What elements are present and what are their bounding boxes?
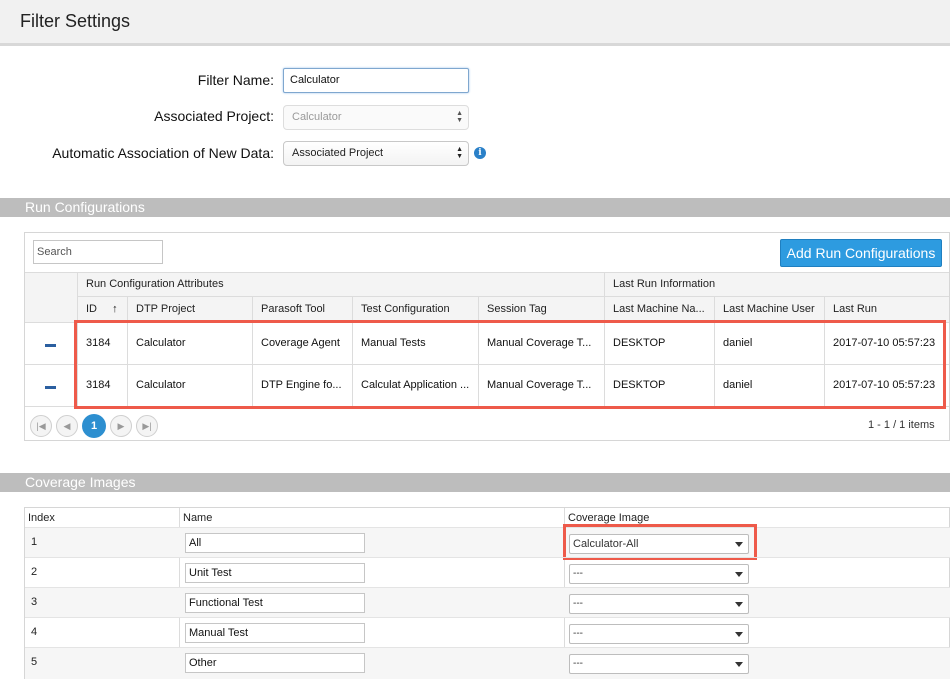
associated-project-label: Associated Project: [154, 108, 274, 124]
group-header-last-run: Last Run Information [604, 272, 949, 296]
coverage-name-input[interactable]: All [185, 533, 365, 553]
run-configurations-section-title: Run Configurations [0, 198, 950, 217]
row-index: 1 [31, 536, 38, 548]
coverage-image-select[interactable]: --- [569, 624, 749, 644]
updown-arrows-icon: ▲ ▼ [456, 110, 463, 124]
page-title: Filter Settings [20, 11, 131, 31]
auto-association-label: Automatic Association of New Data: [52, 145, 274, 161]
pager-info: 1 - 1 / 1 items [868, 419, 935, 431]
coverage-image-select[interactable]: --- [569, 594, 749, 614]
column-header-coverage-image: Coverage Image [568, 512, 650, 524]
column-header-test-configuration[interactable]: Test Configuration [352, 296, 479, 322]
coverage-name-input[interactable]: Unit Test [185, 563, 365, 583]
coverage-image-select[interactable]: --- [569, 564, 749, 584]
column-header-last-machine-user[interactable]: Last Machine User [714, 296, 825, 322]
previous-page-icon[interactable]: ◀ [56, 415, 78, 437]
page-header [0, 0, 950, 46]
coverage-image-value: --- [573, 568, 583, 579]
info-icon[interactable]: i [474, 147, 486, 159]
auto-association-value: Associated Project [292, 147, 384, 159]
auto-association-select[interactable]: Associated Project ▲ ▼ [283, 141, 469, 166]
column-header-index: Index [28, 512, 55, 524]
column-header-last-machine-name[interactable]: Last Machine Na... [604, 296, 715, 322]
coverage-image-value: --- [573, 658, 583, 669]
row-index: 2 [31, 566, 38, 578]
column-header-id-label: ID [86, 303, 97, 315]
associated-project-value: Calculator [292, 111, 342, 123]
group-header-attributes: Run Configuration Attributes [77, 272, 605, 296]
coverage-images-section-title: Coverage Images [0, 473, 950, 492]
first-page-icon[interactable]: |◀ [30, 415, 52, 437]
column-header-session-tag[interactable]: Session Tag [478, 296, 605, 322]
column-header-dtp-project[interactable]: DTP Project [127, 296, 253, 322]
row-index: 3 [31, 596, 38, 608]
coverage-name-input[interactable]: Other [185, 653, 365, 673]
associated-project-select[interactable]: Calculator ▲ ▼ [283, 105, 469, 130]
caret-down-icon [735, 662, 743, 667]
row-index: 4 [31, 626, 38, 638]
list-item [25, 557, 950, 587]
coverage-name-input[interactable]: Manual Test [185, 623, 365, 643]
coverage-image-select[interactable]: --- [569, 654, 749, 674]
filter-name-input[interactable]: Calculator [283, 68, 469, 93]
filter-name-label: Filter Name: [197, 72, 274, 88]
last-page-icon[interactable]: ▶| [136, 415, 158, 437]
column-header-parasoft-tool[interactable]: Parasoft Tool [252, 296, 353, 322]
list-item [25, 617, 950, 647]
page-number-button[interactable]: 1 [82, 414, 106, 438]
next-page-icon[interactable]: ▶ [110, 415, 132, 437]
list-item [25, 527, 950, 557]
remove-row-button[interactable] [45, 344, 56, 347]
caret-down-icon [735, 572, 743, 577]
row-index: 5 [31, 656, 38, 668]
coverage-image-value: --- [573, 598, 583, 609]
list-item [25, 587, 950, 617]
caret-down-icon [735, 632, 743, 637]
coverage-select-highlight-box [563, 524, 757, 560]
updown-arrows-icon: ▲ ▼ [456, 146, 463, 160]
coverage-image-value: --- [573, 628, 583, 639]
rows-highlight-box [74, 320, 946, 409]
search-input[interactable]: Search [33, 240, 163, 264]
add-run-configurations-button[interactable]: Add Run Configurations [780, 239, 942, 267]
remove-row-button[interactable] [45, 386, 56, 389]
list-item [25, 647, 950, 679]
column-header-last-run[interactable]: Last Run [824, 296, 949, 322]
column-header-name: Name [183, 512, 213, 524]
coverage-name-input[interactable]: Functional Test [185, 593, 365, 613]
sort-ascending-icon: ↑ [112, 303, 118, 315]
column-header-id[interactable]: ID ↑ [77, 296, 128, 322]
caret-down-icon [735, 602, 743, 607]
